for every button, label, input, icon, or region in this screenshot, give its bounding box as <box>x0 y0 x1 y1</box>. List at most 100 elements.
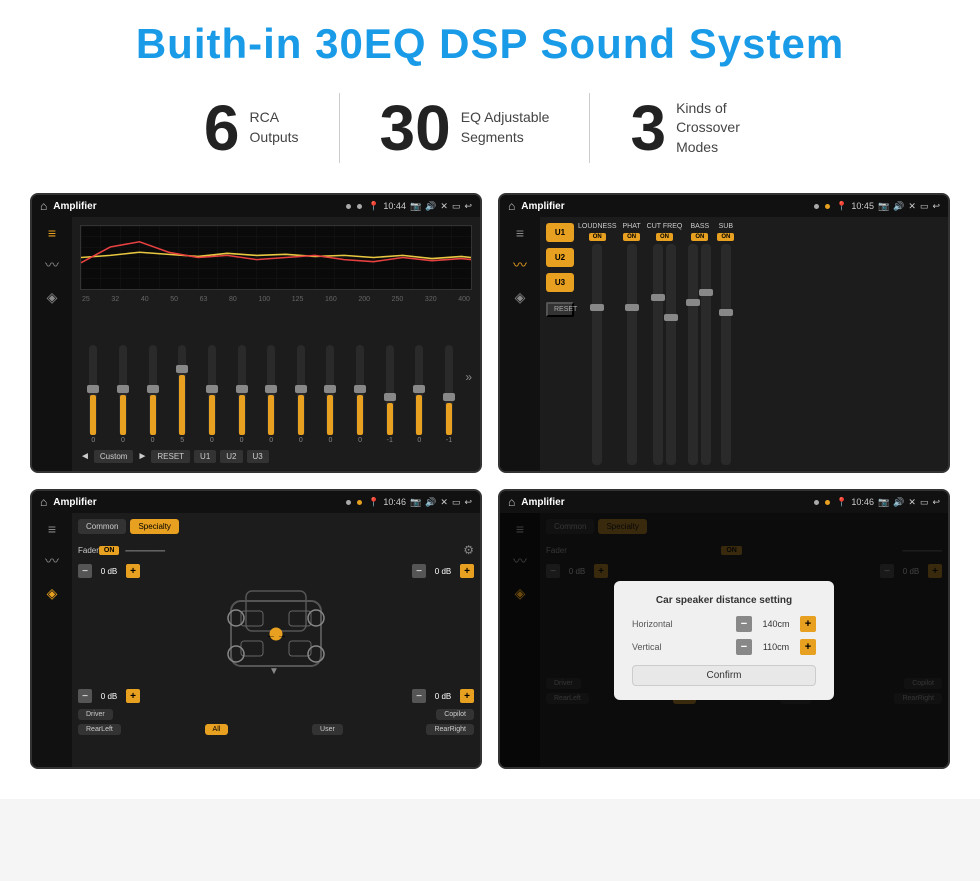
camera-icon: 📷 <box>410 201 421 212</box>
home-icon-2[interactable]: ⌂ <box>508 199 515 213</box>
cutfreq-slider-f[interactable] <box>653 244 663 465</box>
crossover-reset-btn[interactable]: RESET <box>546 302 574 317</box>
pin-icon-4: 📍 <box>836 497 847 508</box>
eq-screen-content: ≡ 〰 ◈ <box>32 217 480 471</box>
u1-btn[interactable]: U1 <box>194 450 216 463</box>
all-btn[interactable]: All <box>205 724 229 735</box>
next-icon[interactable]: ► <box>137 451 147 462</box>
eq-slider-9: 0 <box>317 345 344 444</box>
eq-slider-5: 0 <box>199 345 226 444</box>
eq-slider-8: 0 <box>287 345 314 444</box>
tab-common[interactable]: Common <box>78 519 126 534</box>
fader-toggle[interactable]: ON <box>99 546 120 555</box>
db-minus-2[interactable]: − <box>412 564 426 578</box>
camera-icon-3: 📷 <box>410 497 421 508</box>
sub-slider[interactable] <box>721 244 731 465</box>
bottom-buttons-row2: RearLeft All User RearRight <box>78 724 474 735</box>
bass-slider-f[interactable] <box>688 244 698 465</box>
fader-screen-content: ≡ 〰 ◈ Common Specialty Fader ON ──── ⚙ <box>32 513 480 767</box>
status-dot-8 <box>825 500 830 505</box>
copilot-btn[interactable]: Copilot <box>436 709 474 720</box>
db-minus-4[interactable]: − <box>412 689 426 703</box>
db-control-1: − 0 dB + <box>78 564 140 578</box>
battery-icon-3: ▭ <box>452 497 461 508</box>
custom-btn[interactable]: Custom <box>94 450 134 463</box>
rearleft-btn[interactable]: RearLeft <box>78 724 121 735</box>
vertical-control: − 110cm + <box>736 639 816 655</box>
u3-btn[interactable]: U3 <box>247 450 269 463</box>
speaker-icon[interactable]: ◈ <box>47 289 58 306</box>
dialog-vertical-row: Vertical − 110cm + <box>632 639 816 655</box>
eq-icon-3[interactable]: ≡ <box>48 521 56 537</box>
battery-icon: ▭ <box>452 201 461 212</box>
fader-slider-h[interactable]: ──── <box>125 542 165 558</box>
db-minus-1[interactable]: − <box>78 564 92 578</box>
preset-u1[interactable]: U1 <box>546 223 574 242</box>
db-plus-3[interactable]: + <box>126 689 140 703</box>
vertical-plus-btn[interactable]: + <box>800 639 816 655</box>
db-value-3: 0 dB <box>95 692 123 701</box>
back-icon-4[interactable]: ↩ <box>932 497 940 508</box>
screen-fader: ⌂ Amplifier 📍 10:46 📷 🔊 ✕ ▭ ↩ ≡ 〰 <box>30 489 482 769</box>
status-bar-fader-dialog: ⌂ Amplifier 📍 10:46 📷 🔊 ✕ ▭ ↩ <box>500 491 948 513</box>
eq-controls: ◄ Custom ► RESET U1 U2 U3 <box>80 450 472 463</box>
back-icon-2[interactable]: ↩ <box>932 201 940 212</box>
status-bar-fader: ⌂ Amplifier 📍 10:46 📷 🔊 ✕ ▭ ↩ <box>32 491 480 513</box>
back-icon[interactable]: ↩ <box>464 201 472 212</box>
close-icon-2: ✕ <box>908 201 916 212</box>
home-icon-4[interactable]: ⌂ <box>508 495 515 509</box>
fader-settings-icon[interactable]: ⚙ <box>463 543 474 557</box>
loudness-slider[interactable] <box>592 244 602 465</box>
close-icon-3: ✕ <box>440 497 448 508</box>
db-plus-4[interactable]: + <box>460 689 474 703</box>
horizontal-minus-btn[interactable]: − <box>736 616 752 632</box>
status-dot-5 <box>346 500 351 505</box>
stat-crossover-number: 3 <box>630 96 666 160</box>
rearright-btn[interactable]: RearRight <box>426 724 474 735</box>
eq-icon[interactable]: ≡ <box>48 225 56 241</box>
wave-icon-2[interactable]: 〰 <box>513 255 527 275</box>
tab-specialty[interactable]: Specialty <box>130 519 178 534</box>
stat-rca-desc: RCA Outputs <box>250 108 299 147</box>
prev-icon[interactable]: ◄ <box>80 451 90 462</box>
speaker-icon-3[interactable]: ◈ <box>47 585 58 602</box>
preset-u2[interactable]: U2 <box>546 248 574 267</box>
eq-graph <box>80 225 472 290</box>
stat-crossover-desc: Kinds of Crossover Modes <box>676 99 776 158</box>
db-minus-3[interactable]: − <box>78 689 92 703</box>
screen-crossover: ⌂ Amplifier 📍 10:45 📷 🔊 ✕ ▭ ↩ ≡ 〰 <box>498 193 950 473</box>
eq-icon-2[interactable]: ≡ <box>516 225 524 241</box>
driver-btn[interactable]: Driver <box>78 709 113 720</box>
preset-u3[interactable]: U3 <box>546 273 574 292</box>
eq-slider-13: -1 <box>436 345 463 444</box>
back-icon-3[interactable]: ↩ <box>464 497 472 508</box>
bass-slider-g[interactable] <box>701 244 711 465</box>
wave-icon[interactable]: 〰 <box>45 255 59 275</box>
u2-btn[interactable]: U2 <box>220 450 242 463</box>
vertical-minus-btn[interactable]: − <box>736 639 752 655</box>
battery-icon-4: ▭ <box>920 497 929 508</box>
home-icon-3[interactable]: ⌂ <box>40 495 47 509</box>
close-icon: ✕ <box>440 201 448 212</box>
reset-btn[interactable]: RESET <box>151 450 190 463</box>
stat-crossover: 3 Kinds of Crossover Modes <box>590 96 816 160</box>
speaker-icon-2[interactable]: ◈ <box>515 289 526 306</box>
horizontal-label: Horizontal <box>632 619 673 629</box>
close-icon-4: ✕ <box>908 497 916 508</box>
db-plus-2[interactable]: + <box>460 564 474 578</box>
user-btn[interactable]: User <box>312 724 343 735</box>
eq-slider-7: 0 <box>258 345 285 444</box>
wave-icon-3[interactable]: 〰 <box>45 551 59 571</box>
expand-icon[interactable]: » <box>465 370 472 384</box>
horizontal-plus-btn[interactable]: + <box>800 616 816 632</box>
confirm-button[interactable]: Confirm <box>632 665 816 686</box>
status-dot-2 <box>357 204 362 209</box>
home-icon[interactable]: ⌂ <box>40 199 47 213</box>
status-icons-fader: 📍 10:46 📷 🔊 ✕ ▭ ↩ <box>368 497 472 508</box>
db-value-4: 0 dB <box>429 692 457 701</box>
cutfreq-slider-g[interactable] <box>666 244 676 465</box>
horizontal-value: 140cm <box>756 619 796 629</box>
db-plus-1[interactable]: + <box>126 564 140 578</box>
phat-slider[interactable] <box>627 244 637 465</box>
fader-label: Fader <box>78 546 99 555</box>
